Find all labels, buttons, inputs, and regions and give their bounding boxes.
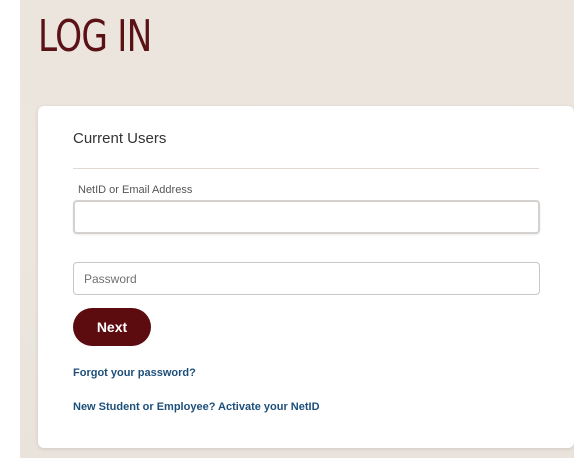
card-divider (73, 168, 539, 169)
netid-input[interactable] (73, 200, 540, 234)
netid-label: NetID or Email Address (78, 184, 193, 196)
card-heading: Current Users (73, 130, 167, 147)
forgot-password-link[interactable]: Forgot your password? (73, 367, 196, 379)
next-button[interactable]: Next (73, 308, 151, 346)
login-card: Current Users NetID or Email Address Nex… (38, 106, 574, 448)
page-title: LOG IN (38, 11, 152, 62)
activate-netid-link[interactable]: New Student or Employee? Activate your N… (73, 401, 320, 413)
password-input[interactable] (73, 262, 540, 295)
